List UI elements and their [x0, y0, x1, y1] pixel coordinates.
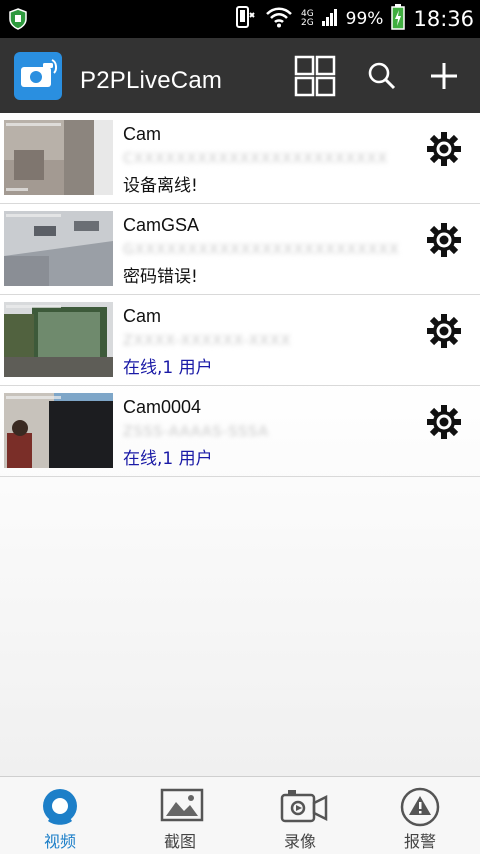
- camera-uid: ZXXXX-XXXXXX-XXXX: [123, 333, 292, 349]
- camera-row[interactable]: Cam0004 ZSSS-AAAAS-SSSA 在线,1 用户: [0, 386, 480, 477]
- camera-name: Cam: [123, 306, 162, 326]
- camera-uid: CXXXXXXXXXXXXXXXXXXXXXXXX: [123, 151, 388, 167]
- camera-status: 设备离线!: [123, 176, 198, 196]
- clock: 18:36: [413, 7, 474, 31]
- camera-uid: ZSSS-AAAAS-SSSA: [123, 424, 269, 440]
- camera-row[interactable]: Cam ZXXXX-XXXXXX-XXXX 在线,1 用户: [0, 295, 480, 386]
- search-icon: [368, 62, 396, 90]
- camera-uid: GXXXXXXXXXXXXXXXXXXXXXXXXX: [123, 242, 400, 258]
- battery-icon: [391, 4, 406, 34]
- gear-icon: [427, 132, 461, 166]
- video-camera-icon: [280, 790, 328, 823]
- camera-thumbnail[interactable]: [4, 302, 113, 377]
- alarm-icon: [400, 787, 440, 827]
- gear-icon: [427, 314, 461, 348]
- tab-screenshots-label: 截图: [163, 832, 196, 851]
- status-bar: 4G 2G 99% 18:36: [0, 0, 480, 38]
- search-button[interactable]: [366, 60, 398, 92]
- app-title: P2PLiveCam: [80, 67, 223, 94]
- camera-name: Cam0004: [123, 397, 202, 417]
- gear-icon: [427, 223, 461, 257]
- camera-list[interactable]: Cam CXXXXXXXXXXXXXXXXXXXXXXXX 设备离线! CamG…: [0, 113, 480, 776]
- camera-status: 密码错误!: [123, 267, 198, 287]
- camera-row[interactable]: Cam CXXXXXXXXXXXXXXXXXXXXXXXX 设备离线!: [0, 113, 480, 204]
- tab-video-label: 视频: [43, 832, 76, 851]
- tab-alarm-label: 报警: [403, 832, 436, 851]
- video-icon: [43, 789, 77, 825]
- tab-screenshots[interactable]: 截图: [120, 777, 240, 855]
- vibrate-icon: [233, 5, 257, 33]
- camera-settings-button[interactable]: [426, 404, 462, 440]
- tab-video[interactable]: 视频: [0, 777, 120, 855]
- camera-settings-button[interactable]: [426, 313, 462, 349]
- camera-thumbnail[interactable]: [4, 211, 113, 286]
- camera-settings-button[interactable]: [426, 222, 462, 258]
- camera-thumbnail[interactable]: [4, 120, 113, 195]
- app-bar: P2PLiveCam: [0, 38, 480, 113]
- tab-recordings[interactable]: 录像: [240, 777, 360, 855]
- bottom-nav: 视频 截图 录像 报警: [0, 776, 480, 854]
- camera-thumbnail[interactable]: [4, 393, 113, 468]
- camera-settings-button[interactable]: [426, 131, 462, 167]
- camera-row[interactable]: CamGSA GXXXXXXXXXXXXXXXXXXXXXXXXX 密码错误!: [0, 204, 480, 295]
- grid-icon: [294, 55, 336, 97]
- gear-icon: [427, 405, 461, 439]
- shield-icon: [8, 8, 28, 34]
- camera-status: 在线,1 用户: [123, 358, 213, 378]
- camera-status: 在线,1 用户: [123, 449, 213, 469]
- grid-view-button[interactable]: [294, 55, 336, 97]
- camera-name: CamGSA: [123, 215, 200, 235]
- add-camera-button[interactable]: [428, 60, 460, 92]
- tab-recordings-label: 录像: [283, 832, 316, 851]
- camera-name: Cam: [123, 124, 162, 144]
- plus-icon: [431, 63, 457, 89]
- tab-alarm[interactable]: 报警: [360, 777, 480, 855]
- wifi-icon: [265, 6, 293, 32]
- network-indicator: 4G 2G: [301, 10, 314, 28]
- battery-percent: 99%: [345, 9, 384, 29]
- app-logo-icon: [14, 52, 62, 104]
- picture-icon: [160, 788, 204, 822]
- signal-icon: [321, 7, 338, 31]
- network-type-bottom: 2G: [300, 18, 314, 28]
